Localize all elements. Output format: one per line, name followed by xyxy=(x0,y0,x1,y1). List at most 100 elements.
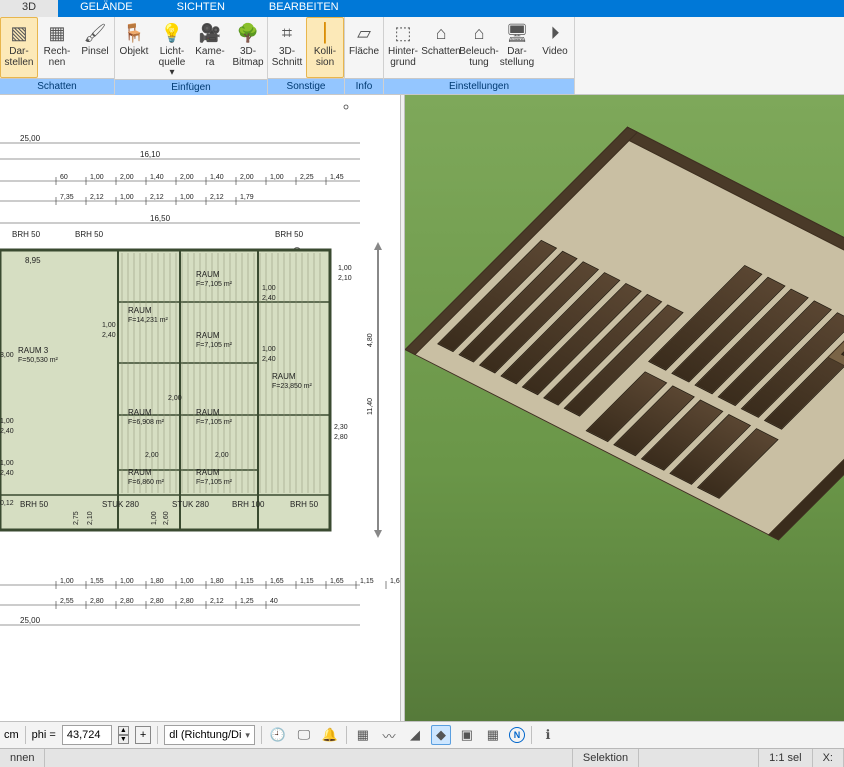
bulb-icon: 💡 xyxy=(159,20,185,46)
svg-text:2,10: 2,10 xyxy=(87,511,94,525)
svg-text:1,00: 1,00 xyxy=(180,578,194,585)
cube2-icon[interactable]: ▣ xyxy=(457,725,477,745)
svg-text:7,35: 7,35 xyxy=(60,194,74,201)
svg-text:1,00: 1,00 xyxy=(180,194,194,201)
svg-text:1,80: 1,80 xyxy=(150,578,164,585)
svg-text:RAUM: RAUM xyxy=(196,270,220,279)
group-label-einfuegen: Einfügen xyxy=(115,79,267,95)
grid-icon[interactable]: ▦ xyxy=(483,725,503,745)
svg-text:F=14,231 m²: F=14,231 m² xyxy=(128,317,169,324)
svg-text:1,00: 1,00 xyxy=(120,578,134,585)
tab-sichten[interactable]: SICHTEN xyxy=(155,0,247,17)
svg-text:BRH 50: BRH 50 xyxy=(20,500,49,509)
svg-text:2,55: 2,55 xyxy=(60,598,74,605)
svg-text:1,40: 1,40 xyxy=(150,174,164,181)
screen-icon[interactable]: 🖵 xyxy=(294,725,314,745)
btn-flaeche[interactable]: ▱Fläche xyxy=(345,17,383,78)
svg-text:BRH 50: BRH 50 xyxy=(75,230,104,239)
svg-text:1,25: 1,25 xyxy=(240,598,254,605)
bg-icon: ⬚ xyxy=(390,20,416,46)
svg-text:STUK 280: STUK 280 xyxy=(172,500,209,509)
svg-text:F=6,908 m²: F=6,908 m² xyxy=(128,419,165,426)
plane-icon[interactable]: ◆ xyxy=(431,725,451,745)
cube-highlight-icon: ▧ xyxy=(6,20,32,46)
btn-objekt[interactable]: 🪑Objekt xyxy=(115,17,153,79)
svg-text:2,40: 2,40 xyxy=(102,332,116,339)
svg-text:RAUM: RAUM xyxy=(128,468,152,477)
status-selektion: Selektion xyxy=(573,749,639,767)
svg-text:2,00: 2,00 xyxy=(145,452,159,459)
svg-text:2,00: 2,00 xyxy=(180,174,194,181)
svg-text:60: 60 xyxy=(60,174,68,181)
btn-beleuchtung[interactable]: ⌂Beleuch- tung xyxy=(460,17,498,78)
plan-2d-pane[interactable]: 25,00 16,10 601,002,001,402,001,402,001,… xyxy=(0,95,400,721)
tab-bearbeiten[interactable]: BEARBEITEN xyxy=(247,0,361,17)
plan-svg[interactable]: 25,00 16,10 601,002,001,402,001,402,001,… xyxy=(0,95,400,721)
phi-input[interactable] xyxy=(62,725,112,745)
btn-pinsel[interactable]: 🖌Pinsel xyxy=(76,17,114,78)
collision-icon: ⎮ xyxy=(312,20,338,46)
plus-button[interactable]: + xyxy=(135,726,151,744)
svg-text:2,40: 2,40 xyxy=(262,295,276,302)
house-light-icon: ⌂ xyxy=(466,20,492,46)
group-label-info: Info xyxy=(345,78,383,94)
svg-text:2,00: 2,00 xyxy=(215,452,229,459)
area-icon: ▱ xyxy=(351,20,377,46)
svg-text:RAUM: RAUM xyxy=(196,408,220,417)
svg-text:8,95: 8,95 xyxy=(25,256,41,265)
btn-lichtquelle[interactable]: 💡Licht- quelle ▾ xyxy=(153,17,191,79)
layer-icon[interactable]: ▦ xyxy=(353,725,373,745)
section-icon: ⌗ xyxy=(274,20,300,46)
svg-text:F=7,105 m²: F=7,105 m² xyxy=(196,479,233,486)
svg-text:2,12: 2,12 xyxy=(150,194,164,201)
angle-icon[interactable]: ◢ xyxy=(405,725,425,745)
svg-text:2,25: 2,25 xyxy=(300,174,314,181)
svg-text:RAUM: RAUM xyxy=(128,408,152,417)
brush-icon: 🖌 xyxy=(82,20,108,46)
svg-text:25,00: 25,00 xyxy=(20,134,41,143)
svg-text:2,80: 2,80 xyxy=(150,598,164,605)
svg-text:1,00: 1,00 xyxy=(90,174,104,181)
svg-text:1,55: 1,55 xyxy=(90,578,104,585)
phi-spinner[interactable]: ▲▼ xyxy=(118,726,129,744)
btn-darstellen[interactable]: ▧Dar- stellen xyxy=(0,17,38,78)
info-icon[interactable]: ℹ xyxy=(538,725,558,745)
svg-text:STUK 280: STUK 280 xyxy=(102,500,139,509)
btn-hintergrund[interactable]: ⬚Hinter- grund xyxy=(384,17,422,78)
status-x: X: xyxy=(813,749,844,767)
btn-schatten-settings[interactable]: ⌂Schatten xyxy=(422,17,460,78)
north-icon[interactable]: N xyxy=(509,727,525,743)
svg-text:40: 40 xyxy=(270,598,278,605)
btn-3d-schnitt[interactable]: ⌗3D- Schnitt xyxy=(268,17,306,78)
btn-kollision[interactable]: ⎮Kolli- sion xyxy=(306,17,344,78)
svg-text:1,15: 1,15 xyxy=(360,578,374,585)
play-icon: ⏵ xyxy=(542,20,568,46)
btn-rechnen[interactable]: ▦Rech- nen xyxy=(38,17,76,78)
svg-text:F=23,850 m²: F=23,850 m² xyxy=(272,383,313,390)
svg-text:3,00: 3,00 xyxy=(0,352,14,359)
bell-icon[interactable]: 🔔 xyxy=(320,725,340,745)
btn-video[interactable]: ⏵Video xyxy=(536,17,574,78)
svg-text:1,00: 1,00 xyxy=(60,578,74,585)
camera-icon: 🎥 xyxy=(197,20,223,46)
tab-gelaende[interactable]: GELÄNDE xyxy=(58,0,155,17)
ribbon: ▧Dar- stellen ▦Rech- nen 🖌Pinsel Schatte… xyxy=(0,17,844,95)
svg-text:1,00: 1,00 xyxy=(120,194,134,201)
svg-text:1,00: 1,00 xyxy=(0,460,14,467)
line-icon[interactable]: 〰 xyxy=(379,725,399,745)
svg-text:1,80: 1,80 xyxy=(210,578,224,585)
svg-text:BRH 50: BRH 50 xyxy=(275,230,304,239)
direction-combo[interactable]: dl (Richtung/Di▾ xyxy=(164,725,255,745)
clock-icon[interactable]: 🕘 xyxy=(268,725,288,745)
workspace: 25,00 16,10 601,002,001,402,001,402,001,… xyxy=(0,95,844,721)
btn-kamera[interactable]: 🎥Kame- ra xyxy=(191,17,229,79)
svg-text:11,40: 11,40 xyxy=(367,398,374,415)
view-3d-pane[interactable] xyxy=(405,95,844,721)
svg-text:0,12: 0,12 xyxy=(0,500,14,507)
svg-text:2,75: 2,75 xyxy=(73,511,80,525)
btn-darstellung[interactable]: 🖥Dar- stellung xyxy=(498,17,536,78)
btn-3d-bitmap[interactable]: 🌳3D- Bitmap xyxy=(229,17,267,79)
tab-3d[interactable]: 3D xyxy=(0,0,58,17)
svg-text:1,00: 1,00 xyxy=(270,174,284,181)
bottom-toolbar: cm phi = ▲▼ + dl (Richtung/Di▾ 🕘 🖵 🔔 ▦ 〰… xyxy=(0,721,844,748)
